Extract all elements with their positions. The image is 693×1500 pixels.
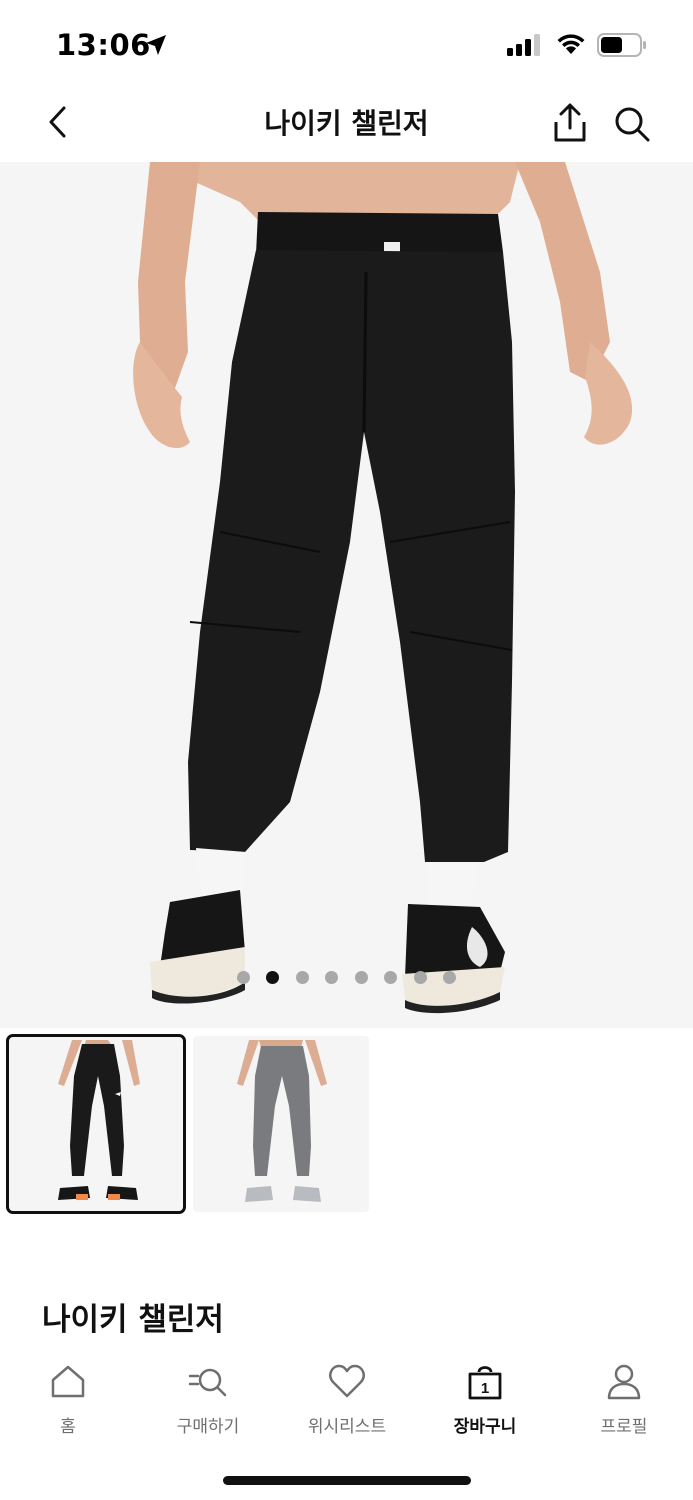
search-button[interactable] (612, 104, 652, 144)
cellular-signal-icon (507, 34, 540, 56)
bag-icon: 1 (468, 1366, 502, 1400)
home-icon (51, 1365, 85, 1398)
share-button[interactable] (550, 102, 590, 144)
person-icon (607, 1364, 641, 1400)
status-bar: 13:06 (0, 0, 693, 90)
carousel-dot[interactable] (443, 971, 456, 984)
nav-home-label: 홈 (60, 1417, 76, 1437)
carousel-dot[interactable] (237, 971, 250, 984)
nav-wishlist-label: 위시리스트 (307, 1417, 387, 1437)
shop-search-icon (188, 1368, 227, 1397)
nav-bag[interactable]: 1 장바구니 (425, 1358, 545, 1438)
thumbnail-photo-grey (237, 1040, 327, 1202)
carousel-dot[interactable] (414, 971, 427, 984)
heart-icon (329, 1364, 365, 1398)
bag-badge-count: 1 (481, 1380, 489, 1397)
share-icon (554, 103, 586, 142)
top-app-bar: 나이키 챌린저 (0, 90, 693, 162)
status-time: 13:06 (56, 28, 151, 62)
carousel-dot[interactable] (325, 971, 338, 984)
product-title: 나이키 챌린저 (42, 1302, 224, 1338)
location-arrow-icon (146, 35, 166, 55)
battery-icon (597, 33, 646, 57)
thumbnail-photo-black (58, 1040, 140, 1200)
carousel-dot[interactable] (384, 971, 397, 984)
wifi-icon (557, 34, 585, 54)
nav-profile[interactable]: 프로필 (564, 1358, 684, 1438)
thumbnail-grey[interactable] (193, 1036, 369, 1212)
carousel-dot[interactable] (355, 971, 368, 984)
carousel-indicator (0, 971, 693, 987)
bottom-navigation: 홈 구매하기 위시리스트 1 장바구니 프로필 (0, 1352, 693, 1500)
carousel-dot-active[interactable] (266, 971, 279, 984)
product-photo (133, 162, 633, 1014)
thumbnail-black[interactable] (6, 1034, 186, 1214)
home-indicator[interactable] (223, 1476, 471, 1485)
nav-bag-label: 장바구니 (453, 1417, 517, 1437)
carousel-dot[interactable] (296, 971, 309, 984)
colorway-thumbnails (0, 1034, 693, 1216)
nav-home[interactable]: 홈 (8, 1358, 128, 1438)
nav-shop[interactable]: 구매하기 (148, 1358, 268, 1438)
search-icon (615, 107, 650, 142)
product-image-carousel[interactable] (0, 162, 693, 1028)
nav-wishlist[interactable]: 위시리스트 (287, 1358, 407, 1438)
nav-shop-label: 구매하기 (176, 1417, 240, 1437)
nav-profile-label: 프로필 (600, 1417, 648, 1437)
